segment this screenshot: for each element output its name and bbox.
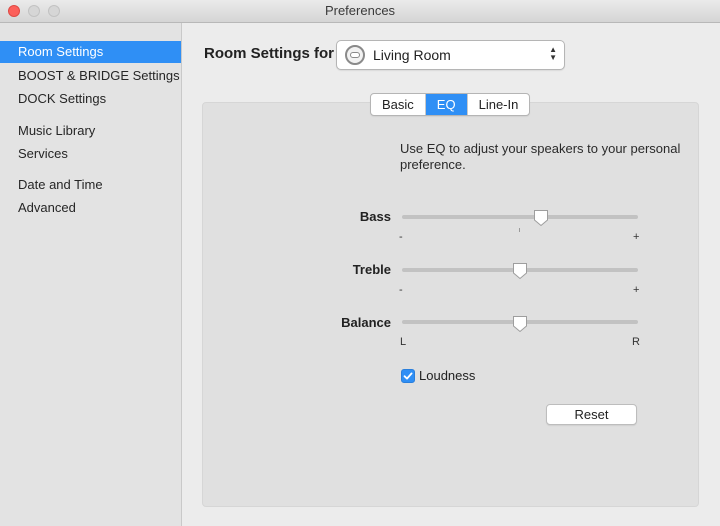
preferences-window: Preferences Room Settings BOOST & BRIDGE…: [0, 0, 720, 526]
bass-label: Bass: [359, 209, 391, 224]
sidebar-item-boost-bridge-settings[interactable]: BOOST & BRIDGE Settings: [0, 65, 181, 87]
treble-label: Treble: [352, 262, 391, 277]
window-title: Preferences: [324, 3, 396, 18]
room-select-value: Living Room: [373, 47, 451, 63]
sidebar: Room Settings BOOST & BRIDGE Settings DO…: [0, 23, 182, 526]
settings-tabs: Basic EQ Line-In: [370, 93, 531, 116]
treble-min-label: -: [399, 284, 403, 296]
bass-center-tick: [519, 228, 520, 232]
tab-basic[interactable]: Basic: [371, 94, 426, 115]
sidebar-item-room-settings[interactable]: Room Settings: [0, 41, 181, 63]
sidebar-item-date-and-time[interactable]: Date and Time: [0, 174, 181, 196]
speaker-icon: [345, 45, 365, 65]
bass-slider-track[interactable]: [402, 215, 638, 219]
sidebar-item-music-library[interactable]: Music Library: [0, 120, 181, 142]
treble-max-label: +: [633, 284, 640, 296]
sidebar-item-services[interactable]: Services: [0, 143, 181, 165]
loudness-checkbox[interactable]: [401, 369, 415, 383]
sidebar-item-advanced[interactable]: Advanced: [0, 197, 181, 219]
loudness-label[interactable]: Loudness: [419, 368, 475, 383]
reset-button[interactable]: Reset: [546, 404, 637, 425]
balance-max-label: R: [632, 336, 640, 348]
balance-slider-thumb[interactable]: [512, 315, 528, 333]
sidebar-item-dock-settings[interactable]: DOCK Settings: [0, 88, 181, 110]
balance-label: Balance: [341, 315, 391, 330]
bass-slider-thumb[interactable]: [533, 209, 549, 227]
chevron-up-down-icon: ▲ ▼: [549, 45, 557, 62]
eq-description: Use EQ to adjust your speakers to your p…: [400, 141, 681, 172]
title-bar: Preferences: [0, 0, 720, 23]
bass-max-label: +: [633, 231, 640, 243]
treble-slider-thumb[interactable]: [512, 262, 528, 280]
room-settings-label: Room Settings for: [204, 45, 334, 62]
room-select-dropdown[interactable]: Living Room ▲ ▼: [336, 40, 565, 70]
tab-line-in[interactable]: Line-In: [468, 94, 530, 115]
checkmark-icon: [403, 372, 413, 380]
balance-min-label: L: [400, 336, 407, 348]
tab-eq[interactable]: EQ: [425, 94, 468, 115]
bass-min-label: -: [399, 231, 403, 243]
